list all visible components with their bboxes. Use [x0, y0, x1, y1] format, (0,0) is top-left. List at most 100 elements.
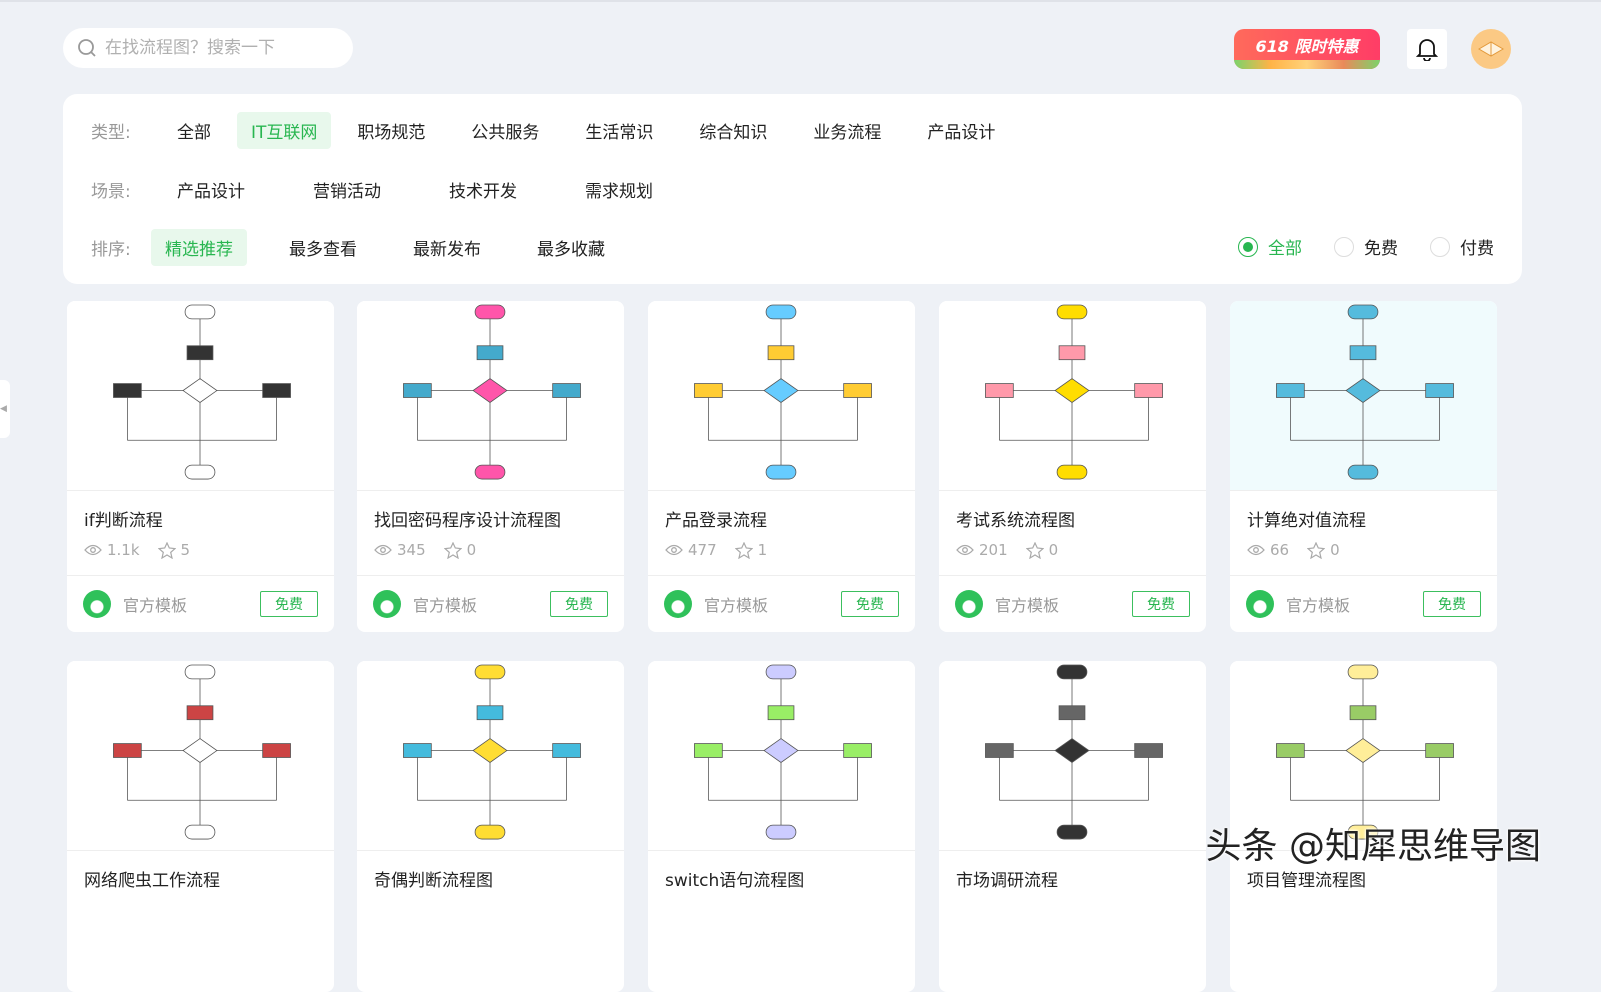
sort-row: 排序: 精选推荐 最多查看 最新发布 最多收藏 — [91, 229, 631, 266]
official-logo-icon — [373, 590, 401, 618]
sort-option-most-starred[interactable]: 最多收藏 — [523, 229, 619, 266]
scene-option-marketing[interactable]: 营销活动 — [299, 171, 395, 208]
type-option-public[interactable]: 公共服务 — [457, 112, 553, 149]
card-stats: 345 0 — [374, 541, 494, 559]
template-card[interactable]: 找回密码程序设计流程图 345 0 官方模板免费 — [357, 301, 624, 632]
eye-icon — [665, 544, 683, 556]
card-stats: 1.1k 5 — [84, 541, 208, 559]
scene-option-tech[interactable]: 技术开发 — [435, 171, 531, 208]
card-title: switch语句流程图 — [665, 866, 804, 891]
views-count: 66 — [1247, 541, 1289, 559]
card-title: 市场调研流程 — [956, 866, 1058, 891]
flowchart-thumbnail — [648, 661, 915, 850]
radio-label: 全部 — [1268, 234, 1302, 259]
official-logo-icon — [664, 590, 692, 618]
card-source: 官方模板 — [1286, 592, 1423, 616]
official-logo-icon — [1246, 590, 1274, 618]
card-source: 官方模板 — [704, 592, 841, 616]
flowchart-thumbnail — [939, 661, 1206, 850]
card-footer: 官方模板免费 — [357, 575, 624, 632]
book-icon — [1478, 39, 1504, 59]
card-source: 官方模板 — [123, 592, 260, 616]
price-badge: 免费 — [841, 591, 899, 617]
template-card[interactable]: if判断流程 1.1k 5 官方模板免费 — [67, 301, 334, 632]
scene-option-product[interactable]: 产品设计 — [163, 171, 259, 208]
price-radio-all[interactable]: 全部 — [1238, 234, 1302, 259]
card-stats: 201 0 — [956, 541, 1076, 559]
stars-count: 0 — [1307, 541, 1340, 559]
search-input[interactable] — [105, 38, 335, 58]
card-title: if判断流程 — [84, 506, 163, 531]
views-count: 477 — [665, 541, 717, 559]
filter-panel: 类型: 全部 IT互联网 职场规范 公共服务 生活常识 综合知识 业务流程 产品… — [63, 94, 1522, 284]
views-count: 1.1k — [84, 541, 140, 559]
flowchart-thumbnail — [67, 301, 334, 490]
official-logo-icon — [955, 590, 983, 618]
flowchart-thumbnail — [357, 661, 624, 850]
eye-icon — [956, 544, 974, 556]
sort-option-most-viewed[interactable]: 最多查看 — [275, 229, 371, 266]
sort-option-featured[interactable]: 精选推荐 — [151, 229, 247, 266]
type-option-business[interactable]: 业务流程 — [799, 112, 895, 149]
card-title: 项目管理流程图 — [1247, 866, 1366, 891]
template-card[interactable]: 市场调研流程 — [939, 661, 1206, 992]
promo-banner[interactable]: 618 限时特惠 — [1234, 29, 1380, 69]
card-title: 产品登录流程 — [665, 506, 767, 531]
template-card[interactable]: 考试系统流程图 201 0 官方模板免费 — [939, 301, 1206, 632]
flowchart-thumbnail — [1230, 301, 1497, 490]
type-filter-row: 类型: 全部 IT互联网 职场规范 公共服务 生活常识 综合知识 业务流程 产品… — [91, 112, 1021, 149]
price-badge: 免费 — [550, 591, 608, 617]
template-card[interactable]: 奇偶判断流程图 — [357, 661, 624, 992]
user-avatar[interactable] — [1471, 29, 1511, 69]
side-collapse-handle[interactable]: ◀ — [0, 380, 10, 438]
type-option-product[interactable]: 产品设计 — [913, 112, 1009, 149]
flowchart-thumbnail — [357, 301, 624, 490]
template-card[interactable]: switch语句流程图 — [648, 661, 915, 992]
price-radio-free[interactable]: 免费 — [1334, 234, 1398, 259]
price-radio-paid[interactable]: 付费 — [1430, 234, 1494, 259]
card-title: 考试系统流程图 — [956, 506, 1075, 531]
flowchart-thumbnail — [939, 301, 1206, 490]
flowchart-thumbnail — [648, 301, 915, 490]
scene-option-planning[interactable]: 需求规划 — [571, 171, 667, 208]
search-bar[interactable] — [63, 28, 353, 68]
card-footer: 官方模板免费 — [1230, 575, 1497, 632]
watermark: 头条 @知犀思维导图 — [1206, 817, 1541, 869]
card-source: 官方模板 — [995, 592, 1132, 616]
type-option-all[interactable]: 全部 — [163, 112, 225, 149]
card-footer: 官方模板免费 — [648, 575, 915, 632]
notification-button[interactable] — [1407, 29, 1447, 69]
sort-option-newest[interactable]: 最新发布 — [399, 229, 495, 266]
eye-icon — [84, 544, 102, 556]
sort-label: 排序: — [91, 235, 151, 260]
type-option-life[interactable]: 生活常识 — [571, 112, 667, 149]
card-stats: 66 0 — [1247, 541, 1358, 559]
template-card[interactable]: 产品登录流程 477 1 官方模板免费 — [648, 301, 915, 632]
radio-icon — [1430, 237, 1450, 257]
stars-count: 1 — [735, 541, 768, 559]
price-badge: 免费 — [260, 591, 318, 617]
views-count: 345 — [374, 541, 426, 559]
template-card[interactable]: 网络爬虫工作流程 — [67, 661, 334, 992]
template-card[interactable]: 计算绝对值流程 66 0 官方模板免费 — [1230, 301, 1497, 632]
card-footer: 官方模板免费 — [939, 575, 1206, 632]
star-icon — [444, 542, 462, 559]
stars-count: 0 — [1026, 541, 1059, 559]
type-option-it[interactable]: IT互联网 — [237, 112, 331, 149]
price-badge: 免费 — [1423, 591, 1481, 617]
card-title: 网络爬虫工作流程 — [84, 866, 220, 891]
card-title: 奇偶判断流程图 — [374, 866, 493, 891]
eye-icon — [1247, 544, 1265, 556]
official-logo-icon — [83, 590, 111, 618]
radio-icon — [1238, 237, 1258, 257]
type-option-workplace[interactable]: 职场规范 — [343, 112, 439, 149]
scene-label: 场景: — [91, 177, 163, 202]
card-source: 官方模板 — [413, 592, 550, 616]
card-stats: 477 1 — [665, 541, 785, 559]
radio-icon — [1334, 237, 1354, 257]
type-option-knowledge[interactable]: 综合知识 — [685, 112, 781, 149]
radio-label: 付费 — [1460, 234, 1494, 259]
card-title: 计算绝对值流程 — [1247, 506, 1366, 531]
type-label: 类型: — [91, 118, 163, 143]
bell-icon — [1416, 37, 1438, 61]
